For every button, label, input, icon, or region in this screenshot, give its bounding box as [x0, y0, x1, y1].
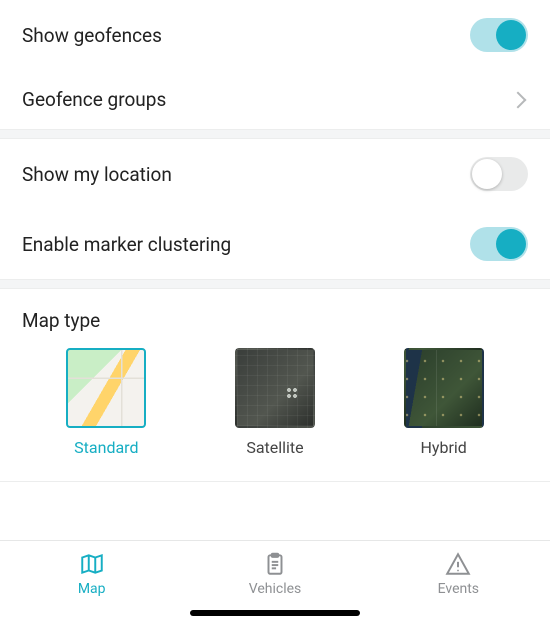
- tab-label: Vehicles: [249, 581, 302, 597]
- toggle-knob: [496, 229, 526, 259]
- tab-label: Map: [78, 581, 106, 597]
- map-type-label: Satellite: [246, 438, 303, 457]
- toggle-show-geofences[interactable]: [470, 18, 528, 52]
- label-enable-clustering: Enable marker clustering: [22, 233, 231, 256]
- toggle-knob: [496, 20, 526, 50]
- label-show-my-location: Show my location: [22, 163, 172, 186]
- row-show-geofences: Show geofences: [0, 0, 550, 70]
- map-type-label: Standard: [74, 438, 138, 457]
- map-type-label: Hybrid: [420, 438, 466, 457]
- tab-events[interactable]: Events: [367, 551, 550, 597]
- row-enable-clustering: Enable marker clustering: [0, 209, 550, 279]
- map-icon: [78, 551, 106, 577]
- thumb-standard: [66, 348, 146, 428]
- tab-map[interactable]: Map: [0, 551, 183, 597]
- toggle-knob: [472, 159, 502, 189]
- thumb-hybrid: [404, 348, 484, 428]
- toggle-show-my-location[interactable]: [470, 157, 528, 191]
- home-indicator: [190, 610, 360, 616]
- thumb-satellite: [235, 348, 315, 428]
- row-show-my-location: Show my location: [0, 139, 550, 209]
- map-type-standard[interactable]: Standard: [66, 348, 146, 457]
- map-type-hybrid[interactable]: Hybrid: [404, 348, 484, 457]
- toggle-enable-clustering[interactable]: [470, 227, 528, 261]
- warning-icon: [444, 551, 472, 577]
- map-type-satellite[interactable]: Satellite: [235, 348, 315, 457]
- row-geofence-groups[interactable]: Geofence groups: [0, 70, 550, 129]
- clipboard-icon: [261, 551, 289, 577]
- header-map-type: Map type: [0, 289, 550, 344]
- chevron-right-icon: [510, 91, 527, 108]
- tab-vehicles[interactable]: Vehicles: [183, 551, 366, 597]
- thin-divider: [0, 481, 550, 482]
- map-type-options: Standard Satellite Hybrid: [0, 344, 550, 481]
- tab-label: Events: [438, 581, 479, 597]
- group-divider: [0, 129, 550, 139]
- label-geofence-groups: Geofence groups: [22, 88, 166, 111]
- group-divider: [0, 279, 550, 289]
- label-show-geofences: Show geofences: [22, 24, 162, 47]
